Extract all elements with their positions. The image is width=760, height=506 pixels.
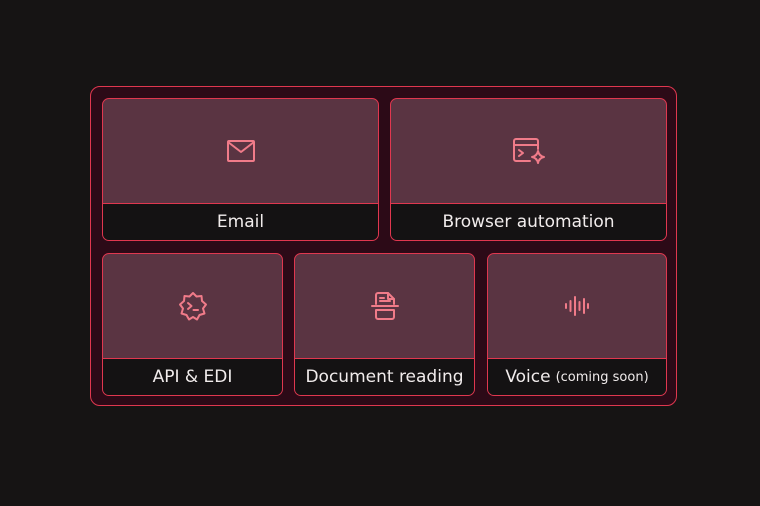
envelope-icon [226,139,256,163]
gear-terminal-icon [177,290,209,322]
card-voice-label: Voice (coming soon) [488,358,666,395]
sound-wave-icon [563,294,591,318]
card-browser-automation-label: Browser automation [391,203,666,240]
card-email-label: Email [103,203,378,240]
card-browser-automation[interactable]: Browser automation [390,98,667,241]
document-scan-icon [370,290,400,322]
card-voice[interactable]: Voice (coming soon) [487,253,667,396]
browser-sparkle-icon [512,137,546,165]
card-document-reading[interactable]: Document reading [294,253,475,396]
coming-soon-note: (coming soon) [555,369,649,385]
card-document-reading-label: Document reading [295,358,474,395]
card-email[interactable]: Email [102,98,379,241]
channels-panel: Email Browser automation API & EDI Docum… [90,86,677,406]
card-api-edi[interactable]: API & EDI [102,253,283,396]
card-api-edi-label: API & EDI [103,358,282,395]
